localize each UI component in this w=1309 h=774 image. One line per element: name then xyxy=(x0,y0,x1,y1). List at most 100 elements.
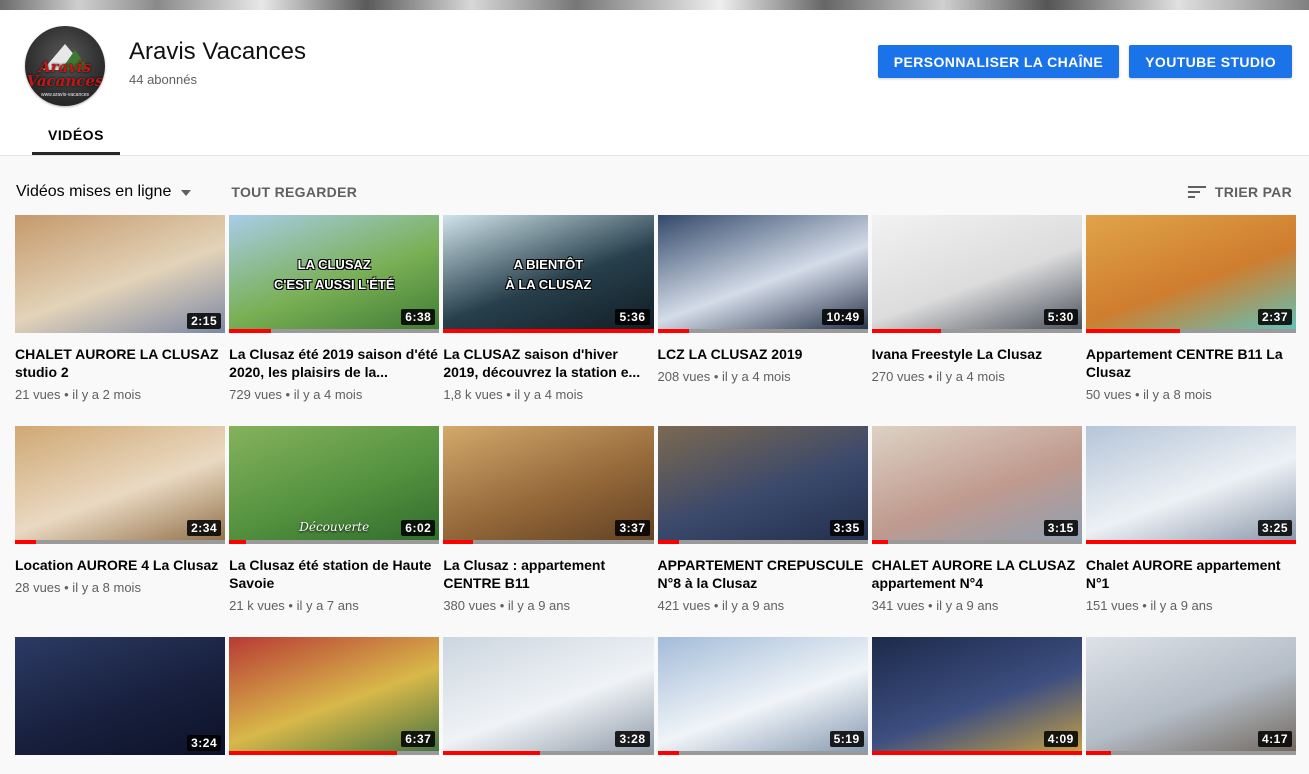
channel-banner xyxy=(0,0,1309,10)
duration-badge: 3:24 xyxy=(187,735,221,751)
duration-badge: 3:28 xyxy=(615,731,649,747)
logo-url-text: www.aravis-vacances xyxy=(25,92,105,98)
video-card[interactable]: 10:49 LCZ LA CLUSAZ 2019 208 vues • il y a… xyxy=(658,215,868,405)
video-title[interactable]: La CLUSAZ saison d'hiver 2019, découvrez… xyxy=(443,345,653,381)
video-grid: 2:15 CHALET AURORE LA CLUSAZ studio 2 21 v… xyxy=(0,215,1309,774)
video-card[interactable]: 5:19 xyxy=(658,637,868,774)
video-meta: 21 vues • il y a 2 mois xyxy=(15,387,225,402)
duration-badge: 3:15 xyxy=(1044,520,1078,536)
subscriber-count: 44 abonnés xyxy=(129,72,878,87)
video-card[interactable]: Découverte6:02 La Clusaz été station de H… xyxy=(229,426,439,616)
video-thumbnail[interactable]: 2:37 xyxy=(1086,215,1296,333)
watch-progress-fill xyxy=(229,540,246,544)
video-title[interactable]: Chalet AURORE appartement N°1 xyxy=(1086,556,1296,592)
video-card[interactable]: 4:17 xyxy=(1086,637,1296,774)
video-card[interactable]: 3:35 APPARTEMENT CREPUSCULE N°8 à la Clus… xyxy=(658,426,868,616)
video-title[interactable]: La Clusaz : appartement CENTRE B11 xyxy=(443,556,653,592)
video-meta: 380 vues • il y a 9 ans xyxy=(443,598,653,613)
sort-by-button[interactable]: TRIER PAR xyxy=(1188,183,1292,201)
channel-avatar[interactable]: Aravis Vacances www.aravis-vacances xyxy=(25,26,105,106)
video-meta: 21 k vues • il y a 7 ans xyxy=(229,598,439,613)
video-thumbnail[interactable]: 10:49 xyxy=(658,215,868,333)
watch-progress-bar xyxy=(229,751,439,755)
video-title[interactable]: CHALET AURORE LA CLUSAZ appartement N°4 xyxy=(872,556,1082,592)
video-thumbnail[interactable]: Découverte6:02 xyxy=(229,426,439,544)
thumbnail-caption-text: A BIENTÔT À LA CLUSAZ xyxy=(443,255,653,295)
video-title[interactable]: LCZ LA CLUSAZ 2019 xyxy=(658,345,868,363)
tab-videos[interactable]: VIDÉOS xyxy=(32,127,120,155)
video-thumbnail[interactable]: 5:30 xyxy=(872,215,1082,333)
video-title[interactable]: APPARTEMENT CREPUSCULE N°8 à la Clusaz xyxy=(658,556,868,592)
video-thumbnail[interactable]: 3:35 xyxy=(658,426,868,544)
video-title[interactable]: La Clusaz été 2019 saison d'été 2020, le… xyxy=(229,345,439,381)
watch-progress-fill xyxy=(443,540,472,544)
video-card[interactable]: 5:30Ivana Freestyle La Clusaz270 vues • … xyxy=(872,215,1082,405)
video-card[interactable]: 3:15 CHALET AURORE LA CLUSAZ appartement … xyxy=(872,426,1082,616)
video-card[interactable]: 4:09 xyxy=(872,637,1082,774)
video-card[interactable]: 2:37Appartement CENTRE B11 La Clusaz50 v… xyxy=(1086,215,1296,405)
watch-progress-fill xyxy=(15,540,36,544)
duration-badge: 6:02 xyxy=(401,520,435,536)
video-thumbnail[interactable]: 3:28 xyxy=(443,637,653,755)
video-meta: 421 vues • il y a 9 ans xyxy=(658,598,868,613)
watch-progress-fill xyxy=(658,751,679,755)
video-card[interactable]: 2:34Location AURORE 4 La Clusaz28 vues •… xyxy=(15,426,225,616)
video-thumbnail[interactable]: 3:37 xyxy=(443,426,653,544)
video-card[interactable]: A BIENTÔT À LA CLUSAZ 5:36 La CLUSAZ saiso… xyxy=(443,215,653,405)
video-thumbnail[interactable]: 4:09 xyxy=(872,637,1082,755)
watch-progress-fill xyxy=(658,329,690,333)
video-thumbnail[interactable]: LA CLUSAZ C'EST AUSSI L'ÉTÉ6:38 xyxy=(229,215,439,333)
watch-progress-bar xyxy=(872,540,1082,544)
video-title[interactable]: Location AURORE 4 La Clusaz xyxy=(15,556,225,574)
video-thumbnail[interactable]: 3:24 xyxy=(15,637,225,755)
video-thumbnail[interactable]: 4:17 xyxy=(1086,637,1296,755)
watch-progress-fill xyxy=(229,329,271,333)
video-card[interactable]: 3:28 xyxy=(443,637,653,774)
play-all-button[interactable]: TOUT REGARDER xyxy=(231,184,357,200)
watch-progress-fill xyxy=(872,540,889,544)
watch-progress-fill xyxy=(658,540,679,544)
watch-progress-bar xyxy=(443,329,653,333)
video-card[interactable]: LA CLUSAZ C'EST AUSSI L'ÉTÉ6:38 La Clusaz… xyxy=(229,215,439,405)
video-meta: 729 vues • il y a 4 mois xyxy=(229,387,439,402)
duration-badge: 2:37 xyxy=(1258,309,1292,325)
video-card[interactable]: 3:37 La Clusaz : appartement CENTRE B11 38… xyxy=(443,426,653,616)
duration-badge: 5:36 xyxy=(615,309,649,325)
video-card[interactable]: 3:25Chalet AURORE appartement N°1151 vue… xyxy=(1086,426,1296,616)
watch-progress-bar xyxy=(15,540,225,544)
video-thumbnail[interactable]: 3:15 xyxy=(872,426,1082,544)
video-title[interactable]: CHALET AURORE LA CLUSAZ studio 2 xyxy=(15,345,225,381)
video-thumbnail[interactable]: 5:19 xyxy=(658,637,868,755)
video-thumbnail[interactable]: 6:37 xyxy=(229,637,439,755)
video-meta: 1,8 k vues • il y a 4 mois xyxy=(443,387,653,402)
channel-header: Aravis Vacances www.aravis-vacances Arav… xyxy=(0,10,1309,155)
filter-row: Vidéos mises en ligne TOUT REGARDER TRIE… xyxy=(0,155,1309,215)
watch-progress-fill xyxy=(229,751,397,755)
watch-progress-bar xyxy=(229,329,439,333)
video-meta: 208 vues • il y a 4 mois xyxy=(658,369,868,384)
video-thumbnail[interactable]: 2:34 xyxy=(15,426,225,544)
uploads-dropdown-label: Vidéos mises en ligne xyxy=(16,183,171,201)
watch-progress-fill xyxy=(872,329,941,333)
watch-progress-fill xyxy=(872,751,1082,755)
youtube-studio-button[interactable]: YOUTUBE STUDIO xyxy=(1129,45,1292,78)
video-title[interactable]: Ivana Freestyle La Clusaz xyxy=(872,345,1082,363)
watch-progress-bar xyxy=(229,540,439,544)
video-title[interactable]: Appartement CENTRE B11 La Clusaz xyxy=(1086,345,1296,381)
video-card[interactable]: 6:37 xyxy=(229,637,439,774)
duration-badge: 3:25 xyxy=(1258,520,1292,536)
watch-progress-fill xyxy=(1086,329,1181,333)
video-thumbnail[interactable]: 2:15 xyxy=(15,215,225,333)
video-card[interactable]: 2:15 CHALET AURORE LA CLUSAZ studio 2 21 v… xyxy=(15,215,225,405)
thumbnail-caption-text: LA CLUSAZ C'EST AUSSI L'ÉTÉ xyxy=(229,255,439,295)
customize-channel-button[interactable]: PERSONNALISER LA CHAÎNE xyxy=(878,45,1119,78)
video-title[interactable]: La Clusaz été station de Haute Savoie xyxy=(229,556,439,592)
watch-progress-bar xyxy=(872,751,1082,755)
video-thumbnail[interactable]: 3:25 xyxy=(1086,426,1296,544)
watch-progress-bar xyxy=(443,751,653,755)
uploads-dropdown[interactable]: Vidéos mises en ligne xyxy=(16,183,191,201)
video-card[interactable]: 3:24 xyxy=(15,637,225,774)
video-meta: 341 vues • il y a 9 ans xyxy=(872,598,1082,613)
video-thumbnail[interactable]: A BIENTÔT À LA CLUSAZ 5:36 xyxy=(443,215,653,333)
watch-progress-bar xyxy=(872,329,1082,333)
